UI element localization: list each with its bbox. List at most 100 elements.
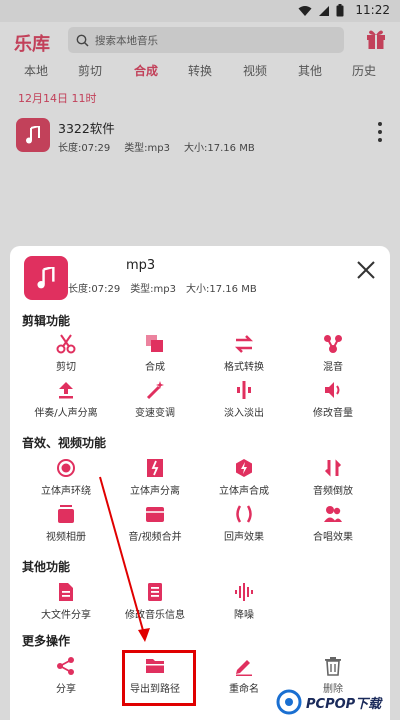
scissors-button[interactable]: 剪切 — [21, 334, 111, 374]
denoise-button[interactable]: 降噪 — [199, 582, 289, 622]
grid-item-label: 格式转换 — [224, 362, 264, 373]
grid-item-label: 降噪 — [234, 610, 254, 621]
reverse-icon — [324, 459, 342, 477]
echo-button[interactable]: 回声效果 — [199, 504, 289, 544]
sheet-duration: 长度:07:29 — [68, 284, 121, 295]
stereo-merge-button[interactable]: 立体声合成 — [199, 458, 289, 498]
list-item[interactable]: 3322软件 长度:07:29 类型:mp3 大小:17.16 MB — [0, 112, 400, 158]
battery-icon — [336, 4, 344, 17]
surround-icon — [57, 459, 75, 477]
watermark-logo: PCPOP下载 — [276, 688, 381, 716]
status-icons — [298, 4, 344, 17]
convert-arrows-icon — [234, 335, 254, 353]
stereo-split-button[interactable]: 立体声分离 — [110, 458, 200, 498]
edit-info-button[interactable]: 修改音乐信息 — [110, 582, 200, 622]
tab-cut[interactable]: 剪切 — [78, 62, 102, 79]
grid-item-label: 音频倒放 — [313, 486, 353, 497]
fade-button[interactable]: 淡入淡出 — [199, 380, 289, 420]
grid-item-label: 分享 — [56, 684, 76, 695]
grid-item-label: 剪切 — [56, 362, 76, 373]
video-album-button[interactable]: 视频相册 — [21, 504, 111, 544]
section-title-more: 更多操作 — [22, 634, 71, 648]
volume-icon — [325, 382, 340, 398]
grid-item-label: 混音 — [323, 362, 343, 373]
vocal-separate-button[interactable]: 伴奏/人声分离 — [21, 380, 111, 420]
pc-logo-icon — [276, 689, 302, 715]
sheet-size: 大小:17.16 MB — [186, 284, 257, 295]
tab-other[interactable]: 其他 — [298, 62, 322, 79]
grid-item-label: 修改音乐信息 — [125, 610, 185, 621]
scissors-icon — [56, 334, 76, 354]
sheet-type: 类型:mp3 — [130, 284, 177, 295]
volume-button[interactable]: 修改音量 — [288, 380, 378, 420]
av-merge-icon — [146, 507, 164, 522]
grid-item-label: 回声效果 — [224, 532, 264, 543]
app-title: 乐库 — [14, 34, 50, 55]
file-meta: 长度:07:29 类型:mp3 大小:17.16 MB — [58, 139, 269, 154]
edit-info-icon — [148, 583, 162, 601]
search-input[interactable]: 搜索本地音乐 — [68, 27, 344, 53]
grid-item-label: 变速变调 — [135, 408, 175, 419]
trash-icon — [325, 657, 341, 676]
grid-item-label: 视频相册 — [46, 532, 86, 543]
magic-wand-icon — [146, 381, 164, 400]
tab-video[interactable]: 视频 — [243, 62, 267, 79]
album-icon — [58, 505, 74, 523]
tab-history[interactable]: 历史 — [352, 62, 376, 79]
header: 乐库 搜索本地音乐 — [0, 22, 400, 58]
section-title-edit: 剪辑功能 — [22, 314, 71, 328]
search-placeholder: 搜索本地音乐 — [95, 34, 158, 47]
pencil-icon — [236, 660, 252, 676]
bolt-icon — [236, 459, 252, 477]
convert-button[interactable]: 格式转换 — [199, 334, 289, 374]
reverse-button[interactable]: 音频倒放 — [288, 458, 378, 498]
category-tabs: 本地 剪切 合成 转换 视频 其他 历史 — [0, 62, 400, 84]
tab-merge[interactable]: 合成 — [134, 62, 158, 79]
upload-arrow-icon — [59, 382, 73, 399]
grid-item-label: 伴奏/人声分离 — [34, 408, 98, 419]
av-merge-button[interactable]: 音/视频合并 — [110, 504, 200, 544]
file-type: 类型:mp3 — [124, 143, 171, 154]
grid-item-label: 淡入淡出 — [224, 408, 264, 419]
merge-button[interactable]: 合成 — [110, 334, 200, 374]
music-note-icon — [16, 118, 50, 152]
tab-convert[interactable]: 转换 — [188, 62, 212, 79]
search-icon — [76, 34, 89, 47]
grid-item-label: 合成 — [145, 362, 165, 373]
echo-icon — [236, 505, 252, 523]
grid-item-label: 修改音量 — [313, 408, 353, 419]
grid-item-label: 立体声环绕 — [41, 486, 91, 497]
status-time: 11:22 — [355, 3, 390, 17]
mix-button[interactable]: 混音 — [288, 334, 378, 374]
grid-item-label: 音/视频合并 — [128, 532, 182, 543]
grid-item-label: 大文件分享 — [41, 610, 91, 621]
mix-icon — [324, 335, 342, 353]
split-icon — [147, 459, 163, 477]
merge-icon — [146, 335, 163, 352]
wifi-icon — [298, 5, 312, 16]
file-size: 大小:17.16 MB — [184, 143, 255, 154]
chorus-button[interactable]: 合唱效果 — [288, 504, 378, 544]
file-duration: 长度:07:29 — [58, 143, 111, 154]
noise-wave-icon — [235, 583, 253, 601]
tab-local[interactable]: 本地 — [24, 62, 48, 79]
surround-button[interactable]: 立体声环绕 — [21, 458, 111, 498]
date-header: 12月14日 11时 — [18, 92, 97, 105]
music-note-icon — [24, 256, 68, 300]
file-share-button[interactable]: 大文件分享 — [21, 582, 111, 622]
highlight-box — [122, 650, 196, 706]
signal-icon — [319, 5, 329, 16]
more-options-icon[interactable] — [378, 122, 382, 146]
status-bar: 11:22 — [0, 0, 400, 22]
action-sheet: mp3 长度:07:29 类型:mp3 大小:17.16 MB 剪辑功能 剪切 合成… — [10, 246, 390, 720]
sheet-file-name: mp3 — [126, 258, 156, 273]
watermark-text: PCPOP下载 — [306, 696, 382, 712]
close-icon[interactable] — [356, 260, 376, 280]
file-share-icon — [59, 583, 73, 601]
speed-pitch-button[interactable]: 变速变调 — [110, 380, 200, 420]
chorus-icon — [324, 506, 342, 522]
share-button[interactable]: 分享 — [21, 656, 111, 696]
share-icon — [57, 657, 74, 675]
grid-item-label: 立体声分离 — [130, 486, 180, 497]
gift-icon[interactable] — [366, 28, 386, 50]
